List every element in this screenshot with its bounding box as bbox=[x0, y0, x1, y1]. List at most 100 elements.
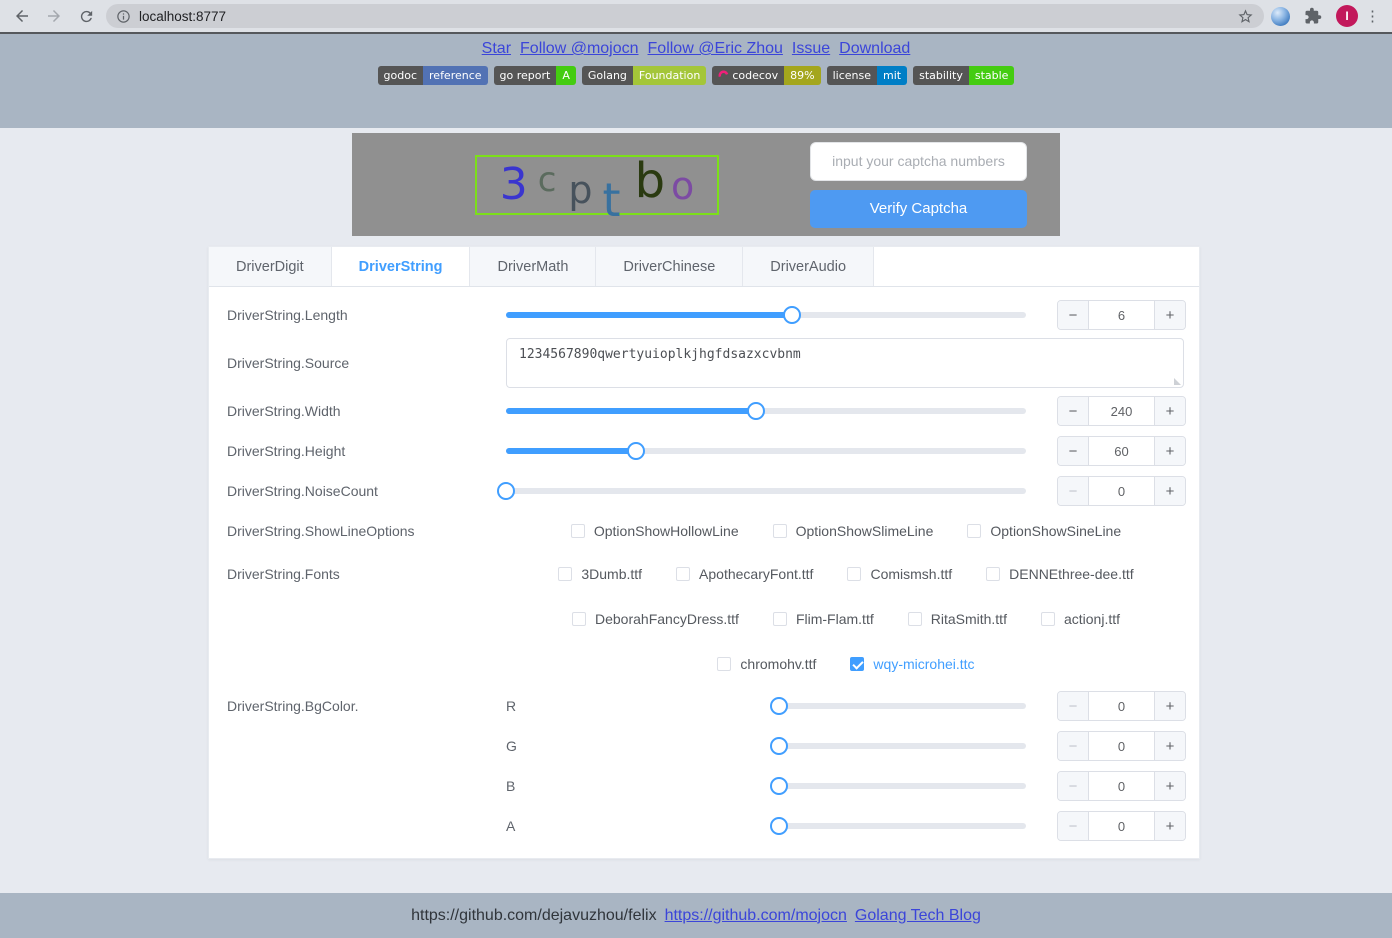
height-value[interactable]: 60 bbox=[1089, 437, 1154, 465]
checkbox-font-chromohv[interactable]: chromohv.ttf bbox=[717, 656, 816, 672]
checkbox-box[interactable] bbox=[572, 611, 586, 626]
checkbox-box[interactable] bbox=[558, 566, 573, 581]
checkbox-font-deborahfancydress[interactable]: DeborahFancyDress.ttf bbox=[572, 611, 739, 627]
badge-godoc[interactable]: godoc reference bbox=[377, 66, 488, 85]
width-slider-thumb[interactable] bbox=[746, 402, 765, 420]
noise-count-value[interactable]: 0 bbox=[1089, 477, 1154, 505]
bgcolor-a-decrease-button[interactable]: − bbox=[1058, 812, 1089, 840]
badge-go-report[interactable]: go report A bbox=[493, 66, 576, 85]
checkbox-box[interactable] bbox=[676, 566, 691, 581]
checkbox-box[interactable] bbox=[1040, 611, 1055, 626]
checkbox-font-ritasmith[interactable]: RitaSmith.ttf bbox=[907, 611, 1007, 627]
bgcolor-g-value[interactable]: 0 bbox=[1089, 732, 1154, 760]
length-value[interactable]: 6 bbox=[1089, 301, 1154, 329]
checkbox-option-show-sine-line[interactable]: OptionShowSineLine bbox=[967, 523, 1121, 539]
tab-driver-string[interactable]: DriverString bbox=[331, 247, 471, 286]
height-decrease-button[interactable]: − bbox=[1058, 437, 1089, 465]
checkbox-box[interactable] bbox=[717, 656, 732, 671]
source-textarea[interactable]: 1234567890qwertyuioplkjhgfdsazxcvbnm bbox=[506, 338, 1184, 388]
forward-icon[interactable] bbox=[42, 4, 66, 28]
bgcolor-a-slider-thumb[interactable] bbox=[770, 817, 788, 835]
bgcolor-r-decrease-button[interactable]: − bbox=[1058, 692, 1089, 720]
height-increase-button[interactable]: + bbox=[1154, 437, 1185, 465]
checkbox-option-show-slime-line[interactable]: OptionShowSlimeLine bbox=[772, 523, 933, 539]
noise-count-increase-button[interactable]: + bbox=[1154, 477, 1185, 505]
tab-driver-chinese[interactable]: DriverChinese bbox=[596, 247, 744, 286]
profile-avatar[interactable]: I bbox=[1336, 5, 1358, 27]
bgcolor-b-value[interactable]: 0 bbox=[1089, 772, 1154, 800]
captcha-answer-input[interactable]: input your captcha numbers bbox=[810, 141, 1027, 181]
badge-license[interactable]: license mit bbox=[826, 66, 908, 85]
checkbox-box[interactable] bbox=[967, 524, 982, 538]
bookmark-star-icon[interactable] bbox=[1237, 8, 1254, 25]
checkbox-box[interactable] bbox=[772, 611, 787, 626]
bgcolor-a-value[interactable]: 0 bbox=[1089, 812, 1154, 840]
checkbox-font-wqy-microhei[interactable]: wqy-microhei.ttc bbox=[850, 656, 975, 672]
checkbox-font-apothecary[interactable]: ApothecaryFont.ttf bbox=[676, 566, 813, 582]
checkbox-font-dennethree-dee[interactable]: DENNEthree-dee.ttf bbox=[986, 566, 1134, 582]
bgcolor-a-increase-button[interactable]: + bbox=[1154, 812, 1185, 840]
bgcolor-b-slider-thumb[interactable] bbox=[770, 777, 788, 795]
link-follow-mojocn[interactable]: Follow @mojocn bbox=[520, 40, 639, 58]
bgcolor-g-increase-button[interactable]: + bbox=[1154, 732, 1185, 760]
checkbox-box[interactable] bbox=[772, 524, 787, 538]
length-decrease-button[interactable]: − bbox=[1058, 301, 1089, 329]
checkbox-font-actionj[interactable]: actionj.ttf bbox=[1040, 611, 1120, 627]
verify-captcha-button[interactable]: Verify Captcha bbox=[810, 189, 1027, 228]
checkbox-box[interactable] bbox=[847, 566, 862, 581]
link-star[interactable]: Star bbox=[482, 40, 511, 58]
reload-icon[interactable] bbox=[74, 4, 98, 28]
footer-link-mojocn[interactable]: https://github.com/mojocn bbox=[665, 907, 847, 925]
link-follow-eric-zhou[interactable]: Follow @Eric Zhou bbox=[648, 40, 783, 58]
noise-count-decrease-button[interactable]: − bbox=[1058, 477, 1089, 505]
bgcolor-a-slider[interactable] bbox=[770, 817, 1026, 835]
channel-r-label: R bbox=[506, 698, 517, 714]
tab-driver-math[interactable]: DriverMath bbox=[470, 247, 597, 286]
bgcolor-r-increase-button[interactable]: + bbox=[1154, 692, 1185, 720]
bgcolor-b-increase-button[interactable]: + bbox=[1154, 772, 1185, 800]
tab-driver-audio[interactable]: DriverAudio bbox=[743, 247, 875, 286]
checkbox-box-checked[interactable] bbox=[850, 656, 865, 671]
length-slider[interactable] bbox=[506, 306, 1026, 324]
link-issue[interactable]: Issue bbox=[792, 40, 830, 58]
height-slider-thumb[interactable] bbox=[627, 442, 645, 460]
tab-driver-digit[interactable]: DriverDigit bbox=[209, 247, 332, 286]
extensions-puzzle-icon[interactable] bbox=[1301, 4, 1325, 28]
bgcolor-g-slider[interactable] bbox=[770, 737, 1026, 755]
address-bar[interactable]: localhost:8777 bbox=[106, 4, 1264, 28]
link-download[interactable]: Download bbox=[839, 40, 910, 58]
bgcolor-r-slider-thumb[interactable] bbox=[770, 697, 788, 715]
badge-codecov[interactable]: codecov 89% bbox=[712, 66, 821, 85]
bgcolor-g-decrease-button[interactable]: − bbox=[1058, 732, 1089, 760]
width-increase-button[interactable]: + bbox=[1154, 397, 1185, 425]
length-slider-thumb[interactable] bbox=[783, 306, 801, 324]
site-info-icon[interactable] bbox=[116, 9, 131, 24]
badge-stability[interactable]: stability stable bbox=[913, 66, 1015, 85]
footer-link-golang-tech-blog[interactable]: Golang Tech Blog bbox=[855, 907, 981, 925]
noise-count-slider-thumb[interactable] bbox=[497, 482, 515, 500]
width-decrease-button[interactable]: − bbox=[1058, 397, 1089, 425]
checkbox-font-3dumb[interactable]: 3Dumb.ttf bbox=[558, 566, 642, 582]
bgcolor-r-slider[interactable] bbox=[770, 697, 1026, 715]
channel-g-label: G bbox=[506, 738, 517, 754]
url-text[interactable]: localhost:8777 bbox=[139, 9, 226, 24]
checkbox-box[interactable] bbox=[986, 566, 1001, 581]
badge-golang-foundation[interactable]: Golang Foundation bbox=[581, 66, 707, 85]
checkbox-box[interactable] bbox=[907, 611, 922, 626]
height-slider[interactable] bbox=[506, 442, 1026, 460]
browser-menu-icon[interactable]: ⋮⋮ bbox=[1365, 7, 1375, 25]
bgcolor-b-slider[interactable] bbox=[770, 777, 1026, 795]
checkbox-font-comismsh[interactable]: Comismsh.ttf bbox=[847, 566, 952, 582]
extension-swirl-icon[interactable] bbox=[1271, 6, 1290, 26]
length-increase-button[interactable]: + bbox=[1154, 301, 1185, 329]
back-icon[interactable] bbox=[10, 4, 34, 28]
width-value[interactable]: 240 bbox=[1089, 397, 1154, 425]
checkbox-box[interactable] bbox=[570, 524, 585, 538]
width-slider[interactable] bbox=[506, 402, 1026, 420]
bgcolor-b-decrease-button[interactable]: − bbox=[1058, 772, 1089, 800]
bgcolor-r-value[interactable]: 0 bbox=[1089, 692, 1154, 720]
checkbox-font-flim-flam[interactable]: Flim-Flam.ttf bbox=[772, 611, 874, 627]
bgcolor-g-slider-thumb[interactable] bbox=[770, 737, 788, 755]
noise-count-slider[interactable] bbox=[497, 482, 1026, 500]
checkbox-option-show-hollow-line[interactable]: OptionShowHollowLine bbox=[570, 523, 739, 539]
